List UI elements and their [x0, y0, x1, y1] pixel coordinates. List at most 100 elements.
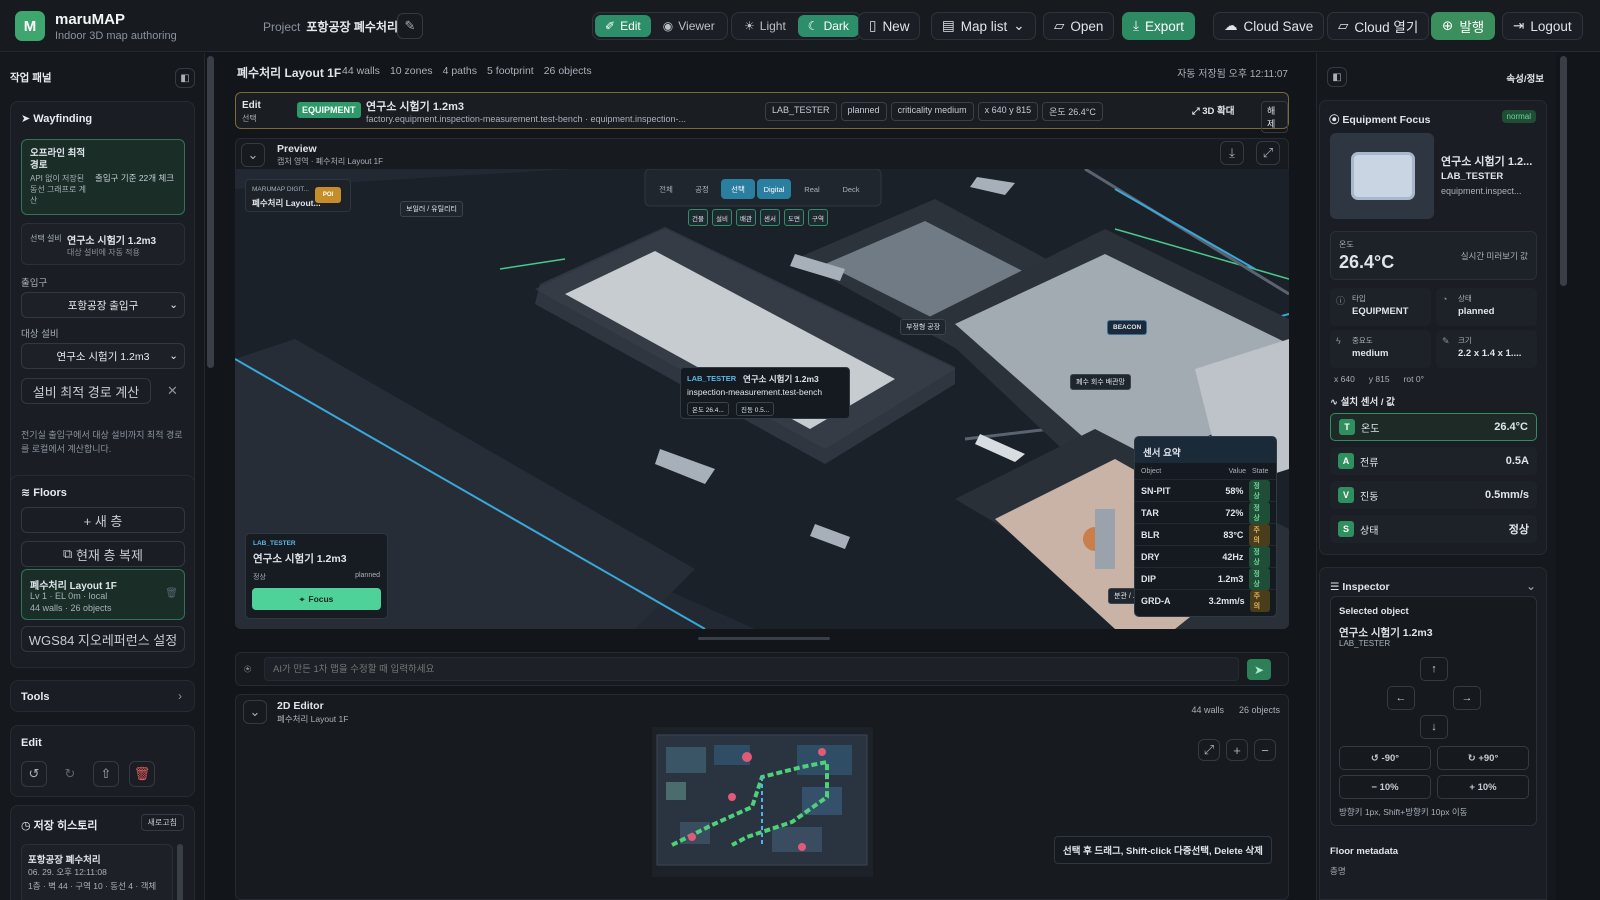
geo-reference-button[interactable]: WGS84 지오레퍼런스 설정	[21, 626, 185, 652]
export-button[interactable]: ⤓ Export	[1122, 12, 1195, 40]
move-left-button[interactable]: ←	[1387, 686, 1415, 710]
theme-light-button[interactable]: ☀ Light	[734, 15, 796, 37]
entrance-value: 포항공장 출입구	[67, 299, 139, 312]
sensor-key: A	[1338, 453, 1354, 469]
selected-equipment-box: 선택 설비 연구소 시험기 1.2m3 대상 설비에 자동 적용	[21, 223, 185, 265]
3d-viewport[interactable]: 전체 공정 선택 Digital Real Deck 건물 설비 배관 센서 도…	[235, 169, 1289, 629]
delete-floor-icon[interactable]: 🗑	[165, 588, 178, 599]
tools-title: Tools	[21, 691, 50, 703]
copy-floor-button[interactable]: ⧉ 현재 층 복제	[21, 541, 185, 567]
viewmode-selected[interactable]: 선택	[721, 179, 755, 199]
download-preview-button[interactable]: ⤓	[1220, 141, 1244, 165]
history-item[interactable]: 포항공장 폐수처리 06. 29. 오후 12:11:08 1층 · 벽 44 …	[21, 844, 173, 900]
redo-button[interactable]: ↻	[57, 761, 83, 787]
publish-button[interactable]: ⊕ 발행	[1431, 12, 1496, 40]
sensor-summary-row[interactable]: TAR 72% 정상	[1135, 501, 1276, 524]
zoom-3d-button[interactable]: ⤢ 3D 확대	[1192, 103, 1235, 117]
map-label-recovery[interactable]: 폐수 회수 배관망	[1070, 374, 1131, 390]
scale-down-button[interactable]: − 10%	[1339, 775, 1431, 799]
sensor-summary-header: Object Value State	[1135, 463, 1276, 479]
sensor-summary-row[interactable]: DIP 1.2m3 정상	[1135, 567, 1276, 590]
left-panel-scrollbar[interactable]	[207, 56, 214, 368]
map-label-boiler[interactable]: 보일러 / 유틸리티	[400, 201, 463, 217]
collapse-right-button[interactable]: ◧	[1327, 67, 1347, 87]
offline-route-option[interactable]: 오프라인 최적 경로 API 없이 저장된 동선 그래프로 계산 출입구 기준 …	[21, 139, 185, 215]
move-right-button[interactable]: →	[1453, 686, 1481, 710]
sensor-summary-row[interactable]: DRY 42Hz 정상	[1135, 545, 1276, 568]
collapse-preview-button[interactable]: ⌄	[241, 143, 265, 167]
sensor-row-status[interactable]: S 상태 정상	[1330, 515, 1537, 543]
sensor-summary-row[interactable]: SN-PIT 58% 정상	[1135, 479, 1276, 502]
sensor-summary-row[interactable]: BLR 83°C 주의	[1135, 523, 1276, 546]
layer-building[interactable]: 건물	[688, 209, 708, 226]
inspector-collapse[interactable]: ⌄	[1526, 579, 1536, 593]
collapse-panel-button[interactable]: ◧	[175, 68, 195, 88]
rename-project-button[interactable]: ✎	[397, 13, 423, 39]
theme-dark-button[interactable]: ☾ Dark	[797, 15, 859, 37]
sensor-summary-row[interactable]: GRD-A 3.2mm/s 주의	[1135, 589, 1276, 612]
mode-edit-button[interactable]: ✐ Edit	[595, 15, 651, 37]
new-file-icon: ▯	[869, 18, 877, 33]
editor-fit-button[interactable]: ⤢	[1198, 739, 1220, 761]
sensor-key: T	[1339, 419, 1355, 435]
stat-objects: 26 objects	[543, 65, 592, 77]
mode-viewer-button[interactable]: ◉ Viewer	[653, 15, 725, 37]
poi-marker[interactable]: POI	[315, 187, 341, 203]
layer-zone[interactable]: 구역	[808, 209, 828, 226]
delete-button[interactable]: 🗑	[129, 761, 155, 787]
viewmode-digital[interactable]: Digital	[757, 179, 791, 199]
tools-card[interactable]: Tools ›	[10, 680, 195, 712]
sensor-row-current[interactable]: A 전류 0.5A	[1330, 447, 1537, 475]
fullscreen-button[interactable]: ⤢	[1256, 141, 1280, 165]
scale-up-button[interactable]: + 10%	[1437, 775, 1529, 799]
cloud-open-button[interactable]: ▱ Cloud 열기	[1327, 12, 1430, 40]
beacon-marker[interactable]: BEACON	[1107, 320, 1148, 335]
focus-button[interactable]: ⌖ Focus	[252, 588, 381, 610]
release-button[interactable]: 해제	[1261, 101, 1288, 133]
layer-sensor[interactable]: 센서	[760, 209, 780, 226]
editor-zoom-out-button[interactable]: −	[1254, 739, 1276, 761]
layers-icon: ≋	[21, 487, 31, 499]
calc-route-label: 설비 최적 경로 계산	[32, 384, 140, 400]
right-panel-scrollbar[interactable]	[1560, 56, 1567, 286]
viewmode-real[interactable]: Real	[793, 179, 831, 199]
history-refresh-button[interactable]: 새로고침	[140, 814, 184, 831]
viewmode-deck[interactable]: Deck	[833, 179, 869, 199]
clear-route-button[interactable]: ✕	[167, 383, 178, 399]
upload-button[interactable]: ⇧	[93, 761, 119, 787]
map-label-floating[interactable]: 부정형 공장	[900, 319, 947, 335]
collapse-editor-button[interactable]: ⌄	[243, 700, 267, 724]
move-up-button[interactable]: ↑	[1420, 657, 1448, 681]
floor-item[interactable]: 폐수처리 Layout 1F Lv 1 · EL 0m · local 44 w…	[21, 569, 185, 620]
prop-crit-label: 중요도	[1352, 336, 1373, 345]
move-down-button[interactable]: ↓	[1420, 715, 1448, 739]
logout-button[interactable]: ⇥ Logout	[1502, 12, 1583, 40]
sensor-row-temp[interactable]: T 온도 26.4°C	[1330, 413, 1537, 441]
resize-handle[interactable]	[698, 637, 830, 640]
layer-piping[interactable]: 배관	[736, 209, 756, 226]
new-button[interactable]: ▯ New	[858, 12, 921, 40]
rotate-cw-button[interactable]: ↻ +90°	[1437, 746, 1529, 770]
floorplan-canvas[interactable]	[652, 727, 873, 877]
cloud-save-button[interactable]: ☁ Cloud Save	[1213, 12, 1325, 40]
viewmode-all[interactable]: 전체	[649, 179, 683, 199]
entrance-select[interactable]: 포항공장 출입구 ⌄	[21, 292, 185, 318]
history-scrollbar[interactable]	[177, 844, 183, 900]
rotate-ccw-button[interactable]: ↺ -90°	[1339, 746, 1431, 770]
map-list-label: Map list	[960, 18, 1008, 34]
ai-prompt-input[interactable]	[264, 657, 1239, 681]
sensor-row-vibration[interactable]: V 진동 0.5mm/s	[1330, 481, 1537, 509]
editor-zoom-in-button[interactable]: +	[1226, 739, 1248, 761]
undo-button[interactable]: ↺	[21, 761, 47, 787]
focus-code: equipment.inspect...	[1441, 186, 1522, 196]
calc-route-button[interactable]: 설비 최적 경로 계산	[21, 378, 151, 404]
map-list-button[interactable]: ▤ Map list ⌄	[931, 12, 1036, 40]
viewmode-process[interactable]: 공정	[685, 179, 719, 199]
open-button[interactable]: ▱ Open	[1043, 12, 1115, 40]
target-select[interactable]: 연구소 시험기 1.2m3 ⌄	[21, 343, 185, 369]
send-button[interactable]: ➤	[1247, 659, 1271, 680]
layer-drawing[interactable]: 도면	[784, 209, 804, 226]
new-floor-button[interactable]: + 새 층	[21, 507, 185, 533]
autosave-status: 자동 저장됨 오후 12:11:07	[1177, 69, 1288, 80]
layer-equipment[interactable]: 설비	[712, 209, 732, 226]
